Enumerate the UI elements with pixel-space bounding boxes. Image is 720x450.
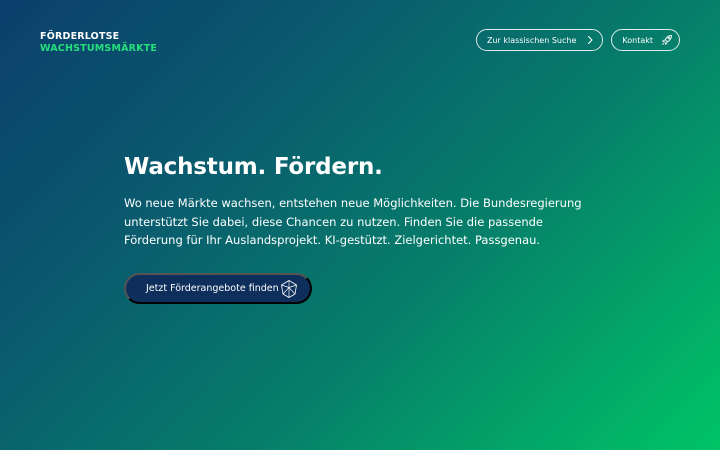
logo[interactable]: FÖRDERLOTSE WACHSTUMSMÄRKTE (40, 31, 157, 55)
logo-line-1: FÖRDERLOTSE (40, 31, 120, 42)
logo-line-2: WACHSTUMSMÄRKTE (40, 43, 158, 54)
find-funding-label: Jetzt Förderangebote finden (146, 283, 279, 294)
polyhedron-icon (279, 279, 299, 299)
hero-text: Wo neue Märkte wachsen, entstehen neue M… (124, 196, 582, 247)
find-funding-button[interactable]: Jetzt Förderangebote finden (124, 273, 312, 304)
classic-search-label: Zur klassischen Suche (486, 35, 577, 45)
chevron-right-icon (584, 34, 596, 46)
header-actions: Zur klassischen Suche Kontakt (475, 29, 680, 51)
contact-label: Kontakt (622, 35, 653, 45)
classic-search-button[interactable]: Zur klassischen Suche (475, 29, 604, 51)
contact-button[interactable]: Kontakt (611, 29, 680, 51)
rocket-icon (661, 34, 673, 46)
hero-title: Wachstum. Fördern. (124, 154, 383, 180)
hero-section: Wachstum. Fördern. Wo neue Märkte wachse… (124, 152, 604, 250)
